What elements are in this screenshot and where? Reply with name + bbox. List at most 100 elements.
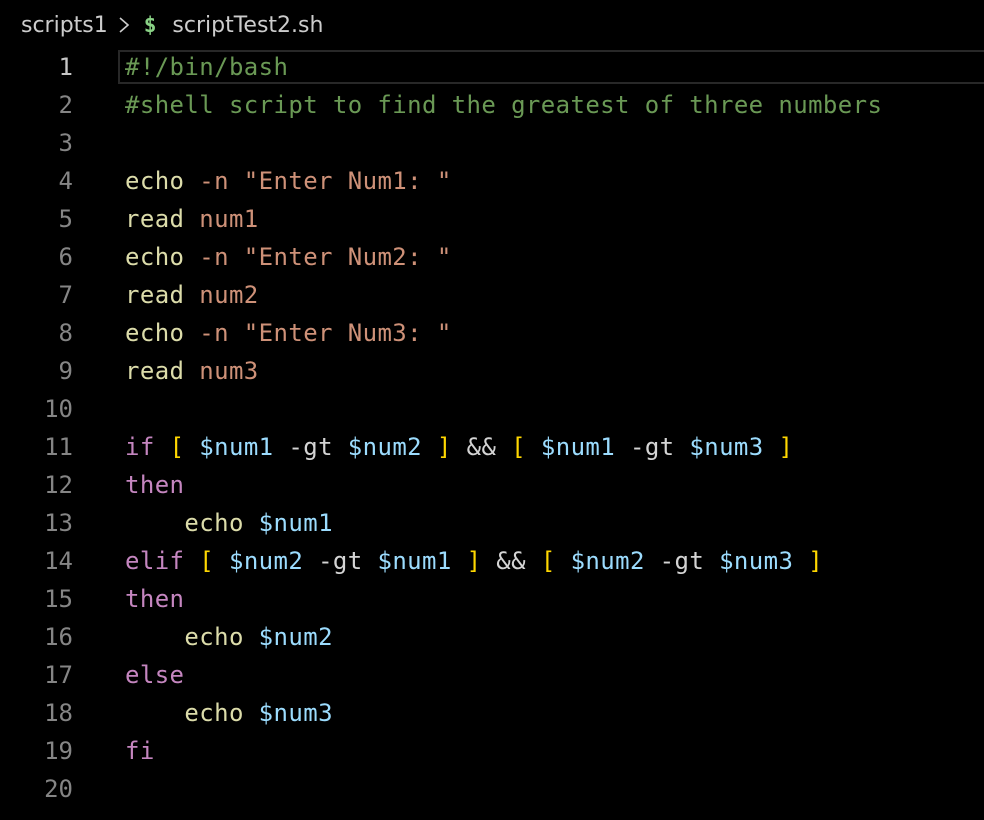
code-token: $num2 bbox=[228, 547, 304, 575]
line-code: #shell script to find the greatest of th… bbox=[125, 91, 882, 119]
code-token: && bbox=[481, 547, 541, 575]
code-line[interactable]: 14 elif [ $num2 -gt $num1 ] && [ $num2 -g… bbox=[0, 542, 984, 580]
line-code: else bbox=[125, 661, 184, 689]
code-token: read bbox=[125, 281, 185, 309]
code-token: $num3 bbox=[719, 547, 794, 575]
code-line[interactable]: 6 echo -n "Enter Num2: " bbox=[0, 238, 984, 276]
code-token: num2 bbox=[184, 281, 259, 309]
code-token: if bbox=[125, 433, 155, 461]
code-line[interactable]: 11 if [ $num1 -gt $num2 ] && [ $num1 -gt … bbox=[0, 428, 984, 466]
code-token: $num1 bbox=[199, 433, 274, 461]
code-token: num1 bbox=[184, 205, 259, 233]
code-token: $num3 bbox=[689, 433, 764, 461]
breadcrumb-folder[interactable]: scripts1 bbox=[21, 13, 108, 38]
code-token: $num1 bbox=[258, 509, 333, 537]
code-line[interactable]: 9 read num3 bbox=[0, 352, 984, 390]
code-token: read bbox=[125, 357, 185, 385]
code-line[interactable]: 20 bbox=[0, 770, 984, 808]
code-token: [ bbox=[169, 433, 185, 461]
line-number: 9 bbox=[58, 357, 73, 385]
line-number: 18 bbox=[44, 699, 73, 727]
code-line[interactable]: 8 echo -n "Enter Num3: " bbox=[0, 314, 984, 352]
line-number: 13 bbox=[44, 509, 73, 537]
code-token: && bbox=[451, 433, 512, 461]
breadcrumb-file[interactable]: scriptTest2.sh bbox=[172, 13, 323, 38]
code-token: -n "Enter Num3: " bbox=[184, 319, 452, 347]
line-code: if [ $num1 -gt $num2 ] && [ $num1 -gt $n… bbox=[125, 433, 793, 461]
code-token: echo bbox=[184, 623, 244, 651]
code-token: else bbox=[125, 661, 185, 689]
line-number: 4 bbox=[58, 167, 73, 195]
code-token: #shell script to find the greatest of th… bbox=[125, 91, 883, 119]
breadcrumb: scripts1 $ scriptTest2.sh bbox=[0, 0, 984, 50]
code-token: elif bbox=[125, 547, 185, 575]
line-number: 17 bbox=[44, 661, 73, 689]
code-line[interactable]: 12 then bbox=[0, 466, 984, 504]
line-number: 11 bbox=[44, 433, 73, 461]
line-number: 16 bbox=[44, 623, 73, 651]
code-line[interactable]: 1 #!/bin/bash bbox=[0, 48, 984, 86]
line-code: echo $num1 bbox=[125, 509, 333, 537]
code-token: $num1 bbox=[377, 547, 452, 575]
code-token: ] bbox=[808, 547, 824, 575]
code-token: -gt bbox=[615, 433, 690, 461]
code-token: [ bbox=[199, 547, 215, 575]
code-token: ] bbox=[436, 433, 452, 461]
line-number: 10 bbox=[44, 395, 73, 423]
code-token: -gt bbox=[644, 547, 720, 575]
line-number: 19 bbox=[44, 737, 73, 765]
chevron-right-icon bbox=[118, 16, 130, 34]
code-token: num3 bbox=[184, 357, 259, 385]
code-token: -n "Enter Num2: " bbox=[184, 243, 452, 271]
code-token: echo bbox=[184, 509, 244, 537]
line-code: echo $num3 bbox=[125, 699, 333, 727]
code-line[interactable]: 18 echo $num3 bbox=[0, 694, 984, 732]
code-token: fi bbox=[125, 737, 155, 765]
code-line[interactable]: 2 #shell script to find the greatest of t… bbox=[0, 86, 984, 124]
code-line[interactable]: 13 echo $num1 bbox=[0, 504, 984, 542]
code-token: read bbox=[125, 205, 185, 233]
line-code: read num3 bbox=[125, 357, 259, 385]
code-line[interactable]: 15 then bbox=[0, 580, 984, 618]
code-line[interactable]: 10 bbox=[0, 390, 984, 428]
line-code: echo -n "Enter Num2: " bbox=[125, 243, 452, 271]
code-token: $num1 bbox=[540, 433, 616, 461]
line-code: echo -n "Enter Num3: " bbox=[125, 319, 452, 347]
code-line[interactable]: 4 echo -n "Enter Num1: " bbox=[0, 162, 984, 200]
code-token: then bbox=[125, 471, 185, 499]
code-token: echo bbox=[125, 167, 185, 195]
line-number: 14 bbox=[44, 547, 73, 575]
code-line[interactable]: 16 echo $num2 bbox=[0, 618, 984, 656]
line-code: echo $num2 bbox=[125, 623, 333, 651]
line-code: #!/bin/bash bbox=[125, 53, 288, 81]
line-number: 3 bbox=[58, 129, 73, 157]
code-line[interactable]: 17 else bbox=[0, 656, 984, 694]
code-token: $num2 bbox=[258, 623, 333, 651]
code-token: -gt bbox=[303, 547, 378, 575]
code-editor[interactable]: 1 #!/bin/bash 2 #shell script to find the g… bbox=[0, 48, 984, 820]
line-number: 2 bbox=[58, 91, 73, 119]
line-number: 5 bbox=[58, 205, 73, 233]
line-number: 1 bbox=[58, 53, 73, 81]
code-token: ] bbox=[778, 433, 794, 461]
code-line[interactable]: 5 read num1 bbox=[0, 200, 984, 238]
code-line[interactable]: 19 fi bbox=[0, 732, 984, 770]
line-code: read num1 bbox=[125, 205, 259, 233]
code-token: $num3 bbox=[258, 699, 333, 727]
code-token: ] bbox=[466, 547, 482, 575]
code-token: #!/bin/bash bbox=[125, 53, 289, 81]
code-token: $num2 bbox=[570, 547, 645, 575]
code-line[interactable]: 7 read num2 bbox=[0, 276, 984, 314]
code-line[interactable]: 3 bbox=[0, 124, 984, 162]
line-number: 6 bbox=[58, 243, 73, 271]
shell-file-icon: $ bbox=[143, 13, 157, 37]
code-token: [ bbox=[540, 547, 556, 575]
